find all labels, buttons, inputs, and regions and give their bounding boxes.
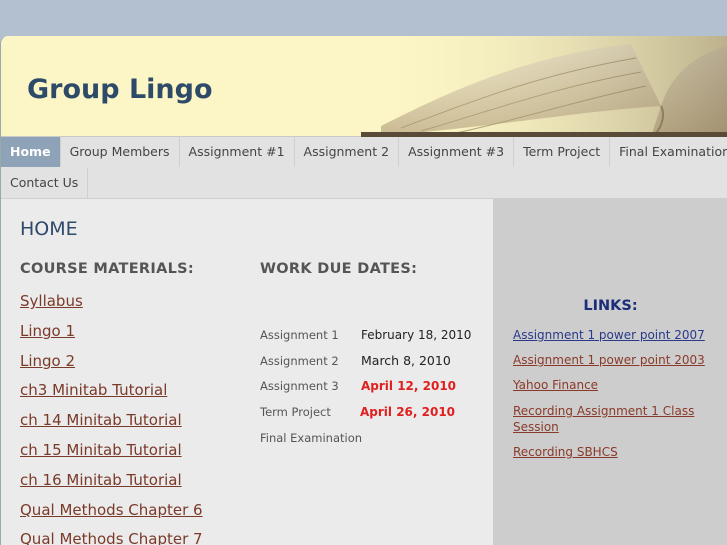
sidebar-link-recording-sbhcs[interactable]: Recording SBHCS <box>513 444 713 460</box>
nav-item-group-members[interactable]: Group Members <box>61 137 180 167</box>
material-link-lingo-2[interactable]: Lingo 2 <box>20 352 75 370</box>
links-heading: LINKS: <box>583 298 638 314</box>
page: Group Lingo Home Group Members Assignmen… <box>0 36 727 545</box>
material-link-ch15-minitab[interactable]: ch 15 Minitab Tutorial <box>20 441 182 459</box>
material-link-ch16-minitab[interactable]: ch 16 Minitab Tutorial <box>20 471 182 489</box>
material-link-ch14-minitab[interactable]: ch 14 Minitab Tutorial <box>20 411 182 429</box>
sidebar-link-ppt-2003[interactable]: Assignment 1 power point 2003 <box>513 352 713 368</box>
materials-heading: COURSE MATERIALS: <box>20 261 194 277</box>
nav-row-2: Contact Us <box>1 168 89 198</box>
due-label-term-project: Term Project <box>260 405 331 419</box>
nav-item-assignment-3[interactable]: Assignment #3 <box>399 137 515 167</box>
material-link-qual-ch7[interactable]: Qual Methods Chapter 7 <box>20 530 203 545</box>
nav-item-contact-us[interactable]: Contact Us <box>1 168 89 198</box>
header: Group Lingo <box>1 36 727 137</box>
sidebar-link-yahoo-finance[interactable]: Yahoo Finance <box>513 377 713 393</box>
material-link-lingo-1[interactable]: Lingo 1 <box>20 322 75 340</box>
site-title: Group Lingo <box>27 74 213 105</box>
material-link-syllabus[interactable]: Syllabus <box>20 292 83 310</box>
links-sidebar: LINKS: Assignment 1 power point 2007 Ass… <box>493 199 727 545</box>
nav-item-term-project[interactable]: Term Project <box>514 137 611 167</box>
sidebar-link-ppt-2007[interactable]: Assignment 1 power point 2007 <box>513 327 713 343</box>
due-label-assignment-1: Assignment 1 <box>260 328 339 342</box>
open-book-icon <box>361 36 727 137</box>
due-date-term-project: April 26, 2010 <box>360 405 456 419</box>
due-date-assignment-1: February 18, 2010 <box>361 328 472 342</box>
due-date-assignment-2: March 8, 2010 <box>361 353 451 368</box>
due-label-assignment-3: Assignment 3 <box>260 379 339 393</box>
page-heading: HOME <box>20 218 78 240</box>
due-dates-heading: WORK DUE DATES: <box>260 261 418 277</box>
sidebar-link-recording-assignment-1[interactable]: Recording Assignment 1 Class Session <box>513 403 713 435</box>
nav-item-assignment-1[interactable]: Assignment #1 <box>180 137 295 167</box>
due-label-assignment-2: Assignment 2 <box>260 354 339 368</box>
due-label-final-examination: Final Examination <box>260 431 363 445</box>
nav-item-assignment-2[interactable]: Assignment 2 <box>295 137 400 167</box>
material-link-qual-ch6[interactable]: Qual Methods Chapter 6 <box>20 501 203 519</box>
nav-row-1: Home Group Members Assignment #1 Assignm… <box>1 137 727 167</box>
due-date-assignment-3: April 12, 2010 <box>361 379 457 393</box>
main-nav: Home Group Members Assignment #1 Assignm… <box>1 137 727 199</box>
nav-item-home[interactable]: Home <box>1 137 61 167</box>
nav-item-final-examination[interactable]: Final Examination <box>610 137 727 167</box>
main-content: HOME COURSE MATERIALS: Syllabus Lingo 1 … <box>1 199 493 545</box>
material-link-ch3-minitab[interactable]: ch3 Minitab Tutorial <box>20 381 167 399</box>
